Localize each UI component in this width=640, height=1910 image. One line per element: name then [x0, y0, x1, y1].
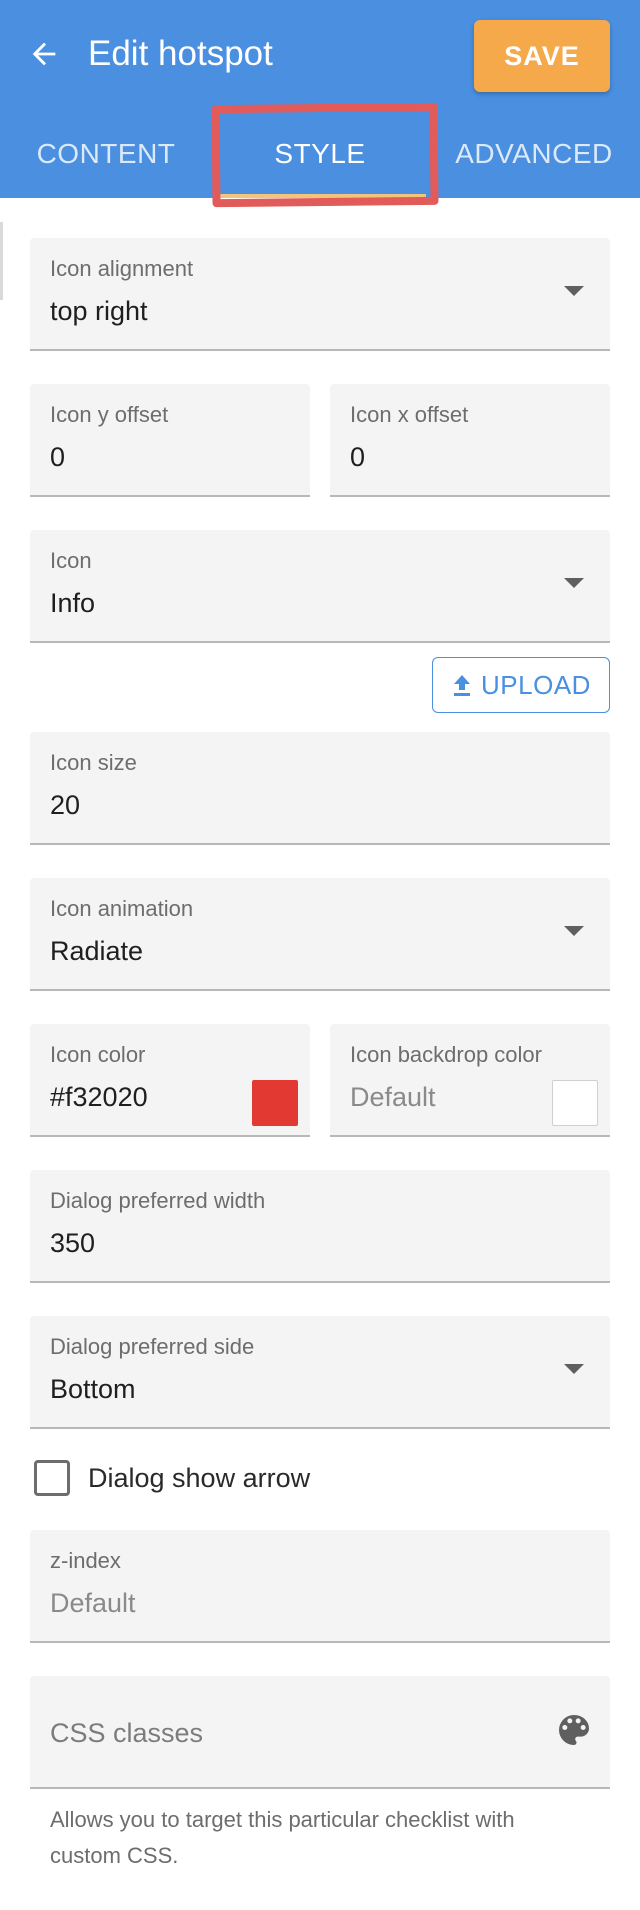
icon-backdrop-color-swatch[interactable]: [552, 1080, 598, 1126]
icon-size-label: Icon size: [50, 750, 137, 775]
arrow-left-icon: [32, 42, 56, 66]
save-button[interactable]: SAVE: [474, 20, 610, 92]
upload-button[interactable]: UPLOAD: [432, 657, 610, 713]
z-index-label: z-index: [50, 1548, 121, 1573]
icon-label: Icon: [50, 548, 92, 573]
chevron-down-icon: [564, 286, 584, 296]
icon-animation-label: Icon animation: [50, 896, 194, 921]
dialog-width-label: Dialog preferred width: [50, 1188, 266, 1213]
icon-x-offset-label: Icon x offset: [350, 402, 469, 427]
icon-value: Info: [50, 588, 96, 618]
icon-color-value: #f32020: [50, 1082, 148, 1112]
icon-backdrop-color-field[interactable]: Icon backdrop color Default: [330, 1024, 610, 1137]
active-tab-indicator: [214, 194, 426, 198]
icon-backdrop-color-value: Default: [350, 1082, 436, 1112]
icon-y-offset-value: 0: [50, 442, 66, 472]
z-index-field[interactable]: z-index Default: [30, 1530, 610, 1643]
css-classes-placeholder: CSS classes: [50, 1718, 204, 1748]
icon-animation-value: Radiate: [50, 936, 144, 966]
tab-content[interactable]: CONTENT: [0, 130, 212, 178]
upload-label: UPLOAD: [481, 669, 591, 700]
icon-alignment-value: top right: [50, 296, 148, 326]
upload-icon: [454, 675, 471, 696]
dialog-side-label: Dialog preferred side: [50, 1334, 255, 1359]
chevron-down-icon: [564, 578, 584, 588]
icon-backdrop-color-label: Icon backdrop color: [350, 1042, 542, 1067]
dialog-show-arrow-checkbox[interactable]: [34, 1460, 70, 1496]
dialog-width-value: 350: [50, 1228, 96, 1258]
icon-color-swatch[interactable]: [252, 1080, 298, 1126]
tab-style[interactable]: STYLE: [214, 130, 426, 178]
icon-alignment-select[interactable]: Icon alignment top right: [30, 238, 610, 351]
icon-y-offset-field[interactable]: Icon y offset 0: [30, 384, 310, 497]
page-title: Edit hotspot: [88, 34, 273, 73]
palette-icon[interactable]: [554, 1710, 594, 1750]
tab-advanced[interactable]: ADVANCED: [428, 130, 640, 178]
app-bar: Edit hotspot SAVE CONTENT STYLE ADVANCED: [0, 0, 640, 198]
icon-x-offset-value: 0: [350, 442, 366, 472]
css-classes-helper-text: Allows you to target this particular che…: [50, 1807, 515, 1868]
z-index-value: Default: [50, 1588, 136, 1618]
dialog-side-select[interactable]: Dialog preferred side Bottom: [30, 1316, 610, 1429]
back-button[interactable]: [22, 32, 66, 76]
chevron-down-icon: [564, 1364, 584, 1374]
icon-select[interactable]: Icon Info: [30, 530, 610, 643]
icon-color-label: Icon color: [50, 1042, 146, 1067]
chevron-down-icon: [564, 926, 584, 936]
icon-y-offset-label: Icon y offset: [50, 402, 169, 427]
icon-color-field[interactable]: Icon color #f32020: [30, 1024, 310, 1137]
dialog-side-value: Bottom: [50, 1374, 136, 1404]
icon-x-offset-field[interactable]: Icon x offset 0: [330, 384, 610, 497]
icon-size-field[interactable]: Icon size 20: [30, 732, 610, 845]
dialog-show-arrow-label: Dialog show arrow: [88, 1462, 311, 1493]
dialog-width-field[interactable]: Dialog preferred width 350: [30, 1170, 610, 1283]
icon-animation-select[interactable]: Icon animation Radiate: [30, 878, 610, 991]
dialog-show-arrow-row[interactable]: Dialog show arrow: [34, 1456, 310, 1500]
edge-shadow: [0, 222, 3, 300]
icon-alignment-label: Icon alignment: [50, 256, 194, 281]
css-classes-field[interactable]: CSS classes: [30, 1676, 610, 1789]
icon-size-value: 20: [50, 790, 81, 820]
